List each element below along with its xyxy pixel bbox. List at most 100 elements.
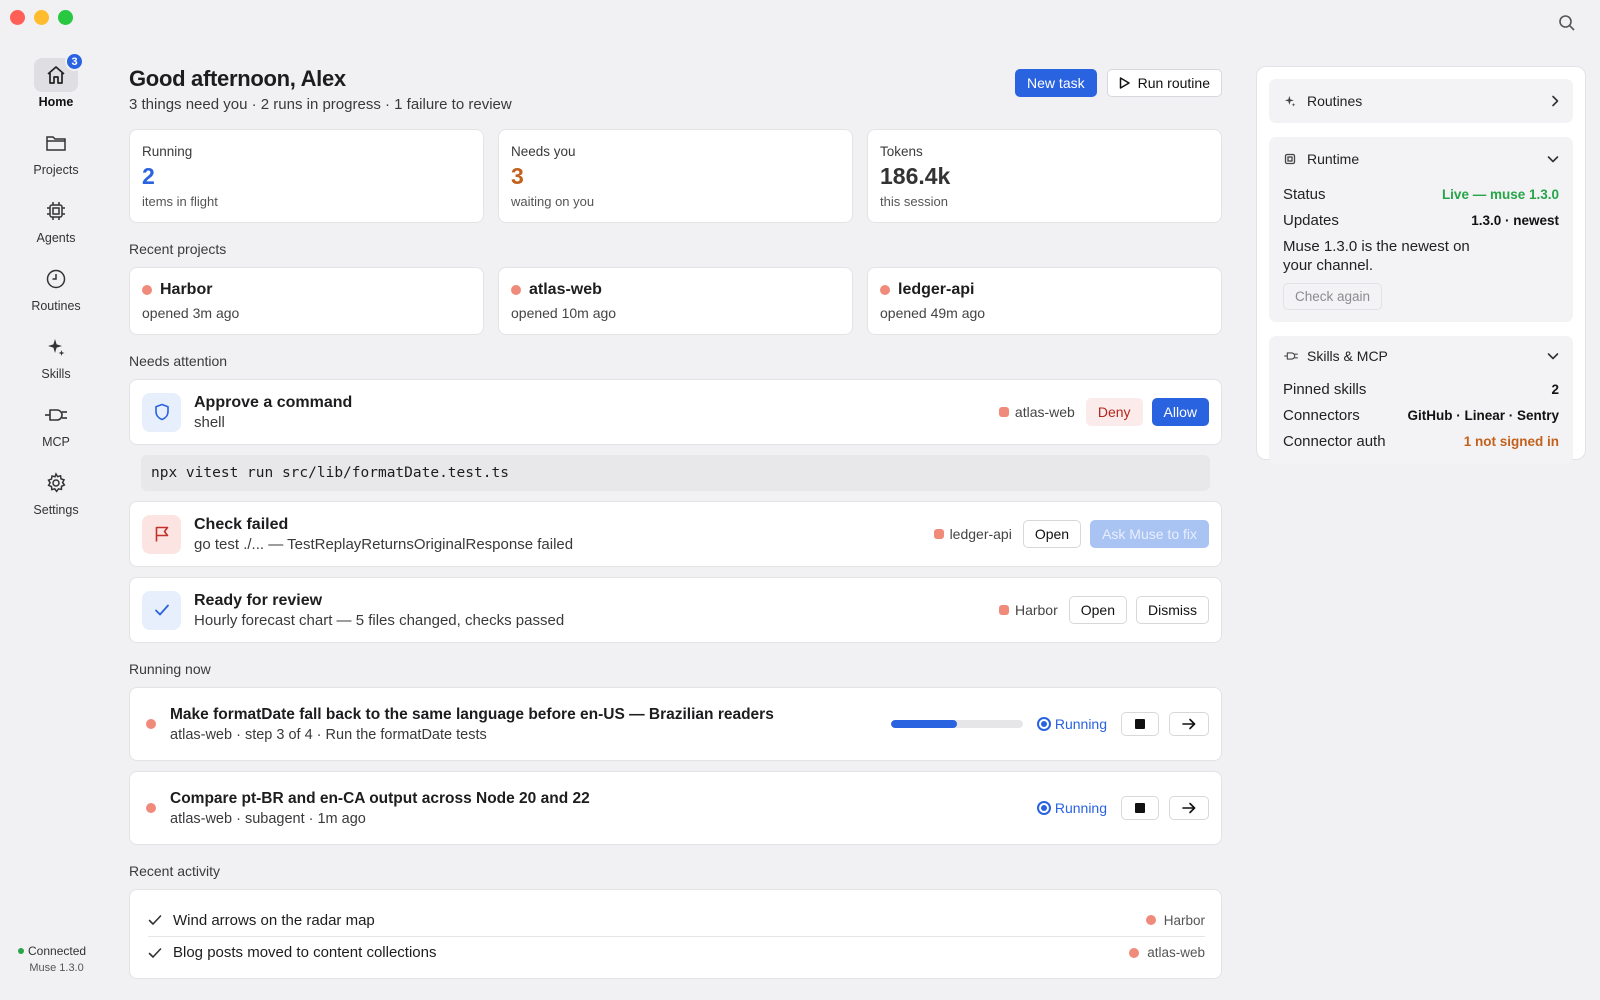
project-tag-label: Harbor	[1014, 602, 1058, 618]
project-tag-label: atlas-web	[1014, 404, 1075, 420]
page-header: Good afternoon, Alex 3 things need you ·…	[129, 66, 1222, 113]
section-title-recent-projects: Recent projects	[129, 241, 227, 257]
sidebar-item-skills[interactable]: Skills	[0, 322, 112, 390]
stat-needs-you[interactable]: Needs you 3 waiting on you	[498, 129, 853, 223]
deny-button[interactable]: Deny	[1085, 398, 1143, 426]
section-title-needs-attention: Needs attention	[129, 353, 228, 369]
project-tag-label: Harbor	[1163, 912, 1205, 928]
stat-label: Tokens	[880, 144, 923, 159]
stat-running[interactable]: Running 2 items in flight	[129, 129, 484, 223]
chip-icon	[1283, 152, 1299, 166]
open-run-button[interactable]	[1169, 712, 1209, 736]
run-status: Running	[1036, 800, 1107, 816]
connection-status: Connected Muse 1.3.0	[18, 944, 86, 974]
stop-icon	[1135, 803, 1145, 813]
close-window-button[interactable]	[10, 10, 25, 25]
run-routine-button[interactable]: Run routine	[1106, 69, 1222, 97]
attention-title: Ready for review	[194, 591, 323, 609]
runtime-status-value: Live — muse 1.3.0	[1441, 186, 1559, 202]
check-icon	[148, 914, 162, 926]
project-dot-icon	[1145, 915, 1156, 925]
sidebar-item-routines[interactable]: Routines	[0, 254, 112, 322]
project-dot-icon	[933, 529, 944, 539]
sidebar-item-agents[interactable]: Agents	[0, 186, 112, 254]
attention-title: Check failed	[194, 515, 289, 533]
connectors-key: Connectors	[1283, 406, 1360, 424]
check-failed-card: Check failed go test ./... — TestReplayR…	[129, 501, 1222, 567]
attention-title: Approve a command	[194, 393, 353, 411]
chevron-down-icon[interactable]	[1547, 155, 1559, 163]
sidebar-item-label: Skills	[41, 367, 71, 381]
play-icon	[1119, 77, 1130, 89]
ready-for-review-card: Ready for review Hourly forecast chart —…	[129, 577, 1222, 643]
project-name: Harbor	[160, 281, 213, 298]
sidebar-item-settings[interactable]: Settings	[0, 458, 112, 526]
arrow-right-icon	[1182, 802, 1196, 814]
arrow-right-icon	[1182, 718, 1196, 730]
run-routine-label: Run routine	[1137, 75, 1210, 91]
gear-icon	[34, 466, 78, 500]
dismiss-button[interactable]: Dismiss	[1136, 596, 1209, 624]
run-status-label: Running	[1054, 800, 1107, 816]
minimize-window-button[interactable]	[34, 10, 49, 25]
sidebar-item-label: Agents	[36, 231, 76, 245]
sidebar-item-label: Projects	[33, 163, 79, 177]
stop-button[interactable]	[1121, 712, 1159, 736]
project-card-ledger-api[interactable]: ledger-api opened 49m ago	[867, 267, 1222, 335]
stop-button[interactable]	[1121, 796, 1159, 820]
page-subtitle: 3 things need you · 2 runs in progress ·…	[129, 96, 512, 113]
project-opened: opened 10m ago	[511, 305, 617, 321]
routines-panel[interactable]: Routines	[1269, 79, 1573, 123]
sidebar-item-mcp[interactable]: MCP	[0, 390, 112, 458]
plug-icon	[1283, 350, 1299, 362]
run-progress-fill	[890, 720, 957, 728]
list-item[interactable]: Blog posts moved to content collections …	[148, 936, 1205, 968]
project-card-atlas-web[interactable]: atlas-web opened 10m ago	[498, 267, 853, 335]
sparkle-icon	[34, 330, 78, 364]
main-content: Good afternoon, Alex 3 things need you ·…	[129, 66, 1222, 979]
stat-tokens[interactable]: Tokens 186.4k this session	[867, 129, 1222, 223]
section-title-running-now: Running now	[129, 661, 211, 677]
project-card-harbor[interactable]: Harbor opened 3m ago	[129, 267, 484, 335]
chevron-down-icon[interactable]	[1547, 352, 1559, 360]
home-icon: 3	[34, 52, 84, 92]
project-opened: opened 49m ago	[880, 305, 986, 321]
version-label: Muse 1.3.0	[29, 962, 84, 974]
project-tag: Harbor	[998, 602, 1058, 618]
recent-activity-list: Wind arrows on the radar map Harbor Blog…	[129, 889, 1222, 979]
sidebar-item-projects[interactable]: Projects	[0, 118, 112, 186]
stop-icon	[1135, 719, 1145, 729]
run-status-label: Running	[1054, 716, 1107, 732]
run-desc: atlas-web · subagent · 1m ago	[170, 810, 366, 827]
list-item[interactable]: Wind arrows on the radar map Harbor	[148, 904, 1205, 936]
check-again-button[interactable]: Check again	[1283, 283, 1383, 310]
sparkle-icon	[1283, 94, 1299, 108]
project-dot-icon	[998, 407, 1009, 417]
project-dot-icon	[146, 719, 156, 729]
search-icon[interactable]	[1558, 14, 1578, 34]
window-controls	[10, 10, 73, 25]
sidebar-item-home[interactable]: 3 Home	[0, 50, 112, 118]
connected-dot-icon	[18, 948, 24, 954]
new-task-button[interactable]: New task	[1015, 69, 1097, 97]
open-button[interactable]: Open	[1022, 520, 1082, 548]
runtime-updates-value: 1.3.0 · newest	[1471, 212, 1559, 228]
chevron-right-icon[interactable]	[1551, 95, 1559, 107]
stats-row: Running 2 items in flight Needs you 3 wa…	[129, 129, 1222, 223]
stat-value: 3	[511, 163, 524, 189]
stat-label: Running	[142, 144, 193, 159]
running-indicator-icon	[1036, 717, 1051, 731]
project-name: ledger-api	[898, 281, 975, 298]
stat-value: 2	[142, 163, 155, 189]
home-badge: 3	[65, 52, 84, 71]
panel-title: Runtime	[1307, 151, 1360, 167]
allow-button[interactable]: Allow	[1151, 398, 1209, 426]
ask-muse-to-fix-button[interactable]: Ask Muse to fix	[1090, 520, 1209, 548]
pinned-skills-key: Pinned skills	[1283, 380, 1367, 398]
project-name: atlas-web	[529, 281, 602, 298]
open-run-button[interactable]	[1169, 796, 1209, 820]
connection-label: Connected	[28, 944, 87, 958]
stat-label: Needs you	[511, 144, 576, 159]
open-button[interactable]: Open	[1068, 596, 1127, 624]
maximize-window-button[interactable]	[58, 10, 73, 25]
